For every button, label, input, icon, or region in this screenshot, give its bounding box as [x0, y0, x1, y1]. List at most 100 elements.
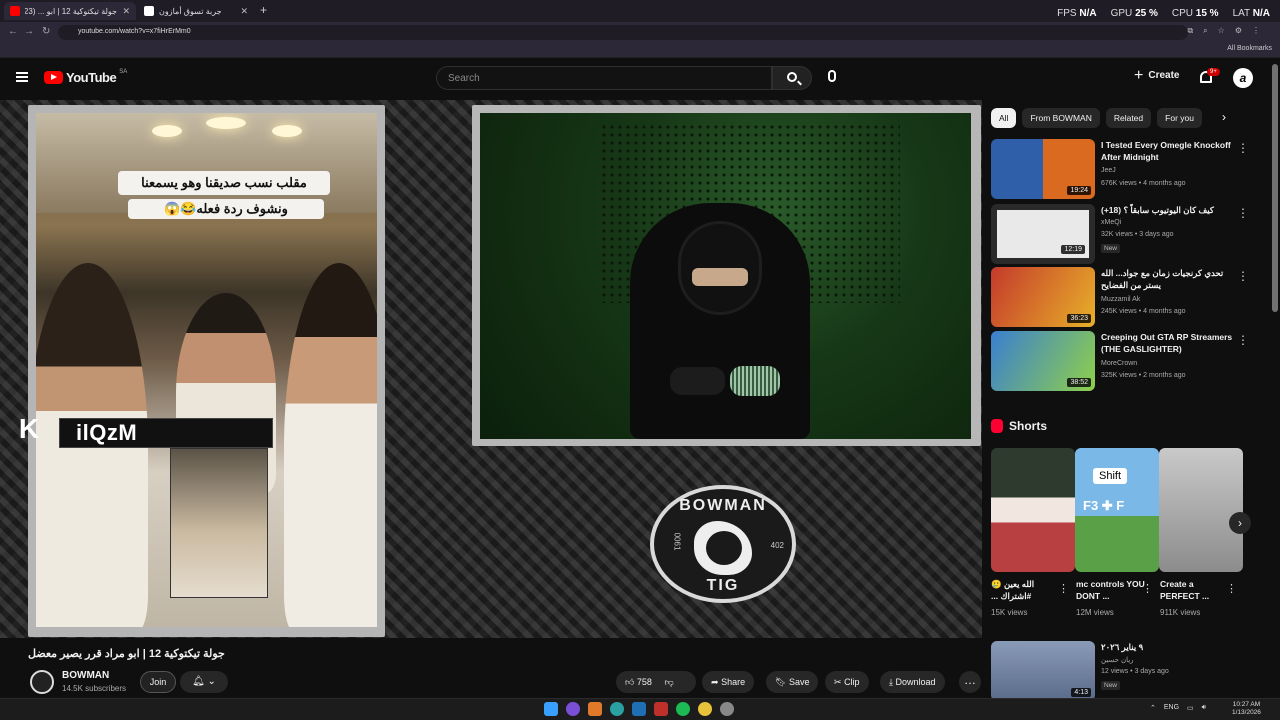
- clip-button[interactable]: ✂ Clip: [825, 671, 869, 693]
- chevron-right-icon[interactable]: ›: [1222, 110, 1226, 124]
- notification-badge: 9+: [1207, 68, 1220, 76]
- translate-icon[interactable]: ⧉: [1187, 26, 1193, 36]
- more-options-icon[interactable]: ⋮: [1226, 582, 1237, 595]
- video-thumbnail[interactable]: 38:52: [991, 331, 1095, 391]
- discord-icon[interactable]: [566, 702, 580, 716]
- channel-avatar[interactable]: [30, 670, 54, 694]
- recommendation-item[interactable]: 36:23 تحدي كرنجيات زمان مع جواد... الله …: [991, 267, 1261, 327]
- forward-icon[interactable]: →: [24, 26, 34, 37]
- close-tab-icon[interactable]: ✕: [240, 6, 248, 17]
- start-icon[interactable]: [544, 702, 558, 716]
- taskbar-clock[interactable]: 10:27 AM 1/13/2026: [1232, 701, 1261, 717]
- zoom-icon[interactable]: ⌕: [1203, 26, 1207, 36]
- edge-icon[interactable]: [610, 702, 624, 716]
- thumbs-up-icon[interactable]: 👍︎: [625, 677, 634, 687]
- chip-related[interactable]: Related: [1105, 108, 1152, 128]
- short-thumbnail[interactable]: [1159, 448, 1243, 572]
- network-icon[interactable]: ▭: [1187, 704, 1194, 712]
- system-tray: ⌃ ENG ▭ 🔊︎: [1150, 704, 1206, 712]
- new-badge: New: [1101, 681, 1121, 690]
- search-input[interactable]: Search: [436, 66, 772, 90]
- streamer-nametag: ilQzM: [59, 418, 273, 448]
- recommendation-item[interactable]: 19:24 I Tested Every Omegle Knockoff Aft…: [991, 139, 1261, 199]
- chip-for-you[interactable]: For you: [1157, 108, 1202, 128]
- subscription-bell-button[interactable]: 🔔︎ ⌄: [180, 671, 228, 693]
- reload-icon[interactable]: ↻: [42, 26, 50, 37]
- taskbar-apps: [544, 702, 734, 716]
- download-button[interactable]: ⤓ Download: [880, 671, 945, 693]
- extensions-icon[interactable]: ⚙: [1235, 26, 1242, 36]
- menu-icon[interactable]: ⋮: [1252, 26, 1260, 36]
- shorts-section-header: Shorts: [991, 419, 1047, 433]
- page-scrollbar[interactable]: [1272, 64, 1278, 312]
- more-options-icon[interactable]: ⋮: [1237, 206, 1249, 220]
- save-button[interactable]: 🔖︎ Save: [766, 671, 819, 693]
- spotify-icon[interactable]: [676, 702, 690, 716]
- bookmark-star-icon[interactable]: ☆: [1218, 26, 1225, 36]
- person-right: [284, 263, 377, 627]
- recommendation-item[interactable]: 4:13 ٩ يناير ٢٠٢٦ ريان حسين 12 views • 3…: [991, 641, 1261, 701]
- tab-youtube[interactable]: جولة تيكتوكية 12 | ابو ... (123) ✕: [4, 2, 136, 20]
- new-tab-icon[interactable]: +: [260, 3, 267, 17]
- join-button[interactable]: Join: [140, 671, 176, 693]
- chevron-up-icon[interactable]: ⌃: [1150, 704, 1156, 712]
- like-count: 758: [636, 677, 652, 687]
- video-thumbnail[interactable]: 19:24: [991, 139, 1095, 199]
- youtube-header: YouTube SA Search + Create 9+ a: [0, 60, 1280, 100]
- short-thumbnail[interactable]: Shift F3 ✚ F: [1075, 448, 1159, 572]
- app-icon[interactable]: [588, 702, 602, 716]
- more-options-icon[interactable]: ⋮: [1237, 141, 1249, 155]
- avatar[interactable]: a: [1233, 68, 1253, 88]
- right-video-panel: [472, 105, 981, 446]
- more-options-icon[interactable]: ⋮: [1237, 269, 1249, 283]
- thumbs-down-icon[interactable]: 👎︎: [664, 677, 673, 687]
- channel-name[interactable]: BOWMAN: [62, 670, 109, 681]
- eagle-icon: [694, 521, 752, 575]
- recommendation-item[interactable]: 12:19 كيف كان اليوتيوب سابقاً ؟ (18+) xM…: [991, 204, 1261, 264]
- windows-taskbar: ⌃ ENG ▭ 🔊︎ 10:27 AM 1/13/2026: [0, 698, 1280, 720]
- all-bookmarks-link[interactable]: All Bookmarks: [1227, 45, 1272, 52]
- recommendation-item[interactable]: 38:52 Creeping Out GTA RP Streamers (THE…: [991, 331, 1261, 391]
- shorts-icon: [991, 419, 1003, 433]
- address-bar-row: ← → ↻ youtube.com/watch?v=x7fiHrErMm0 ⧉ …: [0, 22, 1280, 42]
- amazon-favicon-icon: [144, 6, 154, 16]
- settings-icon[interactable]: [720, 702, 734, 716]
- video-thumbnail[interactable]: 36:23: [991, 267, 1095, 327]
- close-tab-icon[interactable]: ✕: [122, 6, 130, 17]
- tab-amazon[interactable]: جربة تسوق أمازون ✕: [138, 2, 254, 20]
- back-icon[interactable]: ←: [8, 26, 18, 37]
- more-options-icon[interactable]: ⋮: [1058, 582, 1069, 595]
- subscriber-count: 14.5K subscribers: [62, 684, 127, 693]
- url-input[interactable]: youtube.com/watch?v=x7fiHrErMm0: [58, 25, 1188, 40]
- performance-overlay: FPS N/A GPU 25 % CPU 15 % LAT N/A: [1057, 8, 1270, 19]
- microphone-icon[interactable]: [828, 70, 836, 82]
- chip-all[interactable]: All: [991, 108, 1017, 128]
- video-caption-line1: مقلب نسب صديقنا وهو يسمعنا: [118, 171, 330, 195]
- search-icon: [787, 72, 797, 82]
- more-actions-button[interactable]: …: [959, 671, 981, 693]
- video-caption-line2: ونشوف ردة فعله😂😱: [128, 199, 324, 219]
- youtube-logo[interactable]: YouTube SA: [44, 69, 127, 85]
- chrome-icon[interactable]: [698, 702, 712, 716]
- volume-icon[interactable]: 🔊︎: [1202, 704, 1206, 712]
- address-bar-actions: ⧉ ⌕ ☆ ⚙ ⋮: [1187, 26, 1260, 36]
- video-player[interactable]: مقلب نسب صديقنا وهو يسمعنا ونشوف ردة فعل…: [0, 100, 982, 638]
- search-button[interactable]: [772, 66, 812, 90]
- create-button[interactable]: + Create: [1134, 67, 1179, 83]
- like-dislike-button[interactable]: 👍︎ 758 👎︎: [616, 671, 696, 693]
- video-thumbnail[interactable]: 12:19: [991, 204, 1095, 264]
- more-options-icon[interactable]: ⋮: [1237, 333, 1249, 347]
- steam-icon[interactable]: [632, 702, 646, 716]
- app-icon[interactable]: [654, 702, 668, 716]
- tab-title: جربة تسوق أمازون: [159, 6, 222, 16]
- short-thumbnail[interactable]: [991, 448, 1075, 572]
- menu-icon[interactable]: [16, 72, 28, 82]
- language-indicator[interactable]: ENG: [1164, 704, 1179, 712]
- more-options-icon[interactable]: ⋮: [1142, 582, 1153, 595]
- chip-from-channel[interactable]: From BOWMAN: [1022, 108, 1100, 128]
- shorts-next-button[interactable]: ›: [1229, 512, 1251, 534]
- video-thumbnail[interactable]: 4:13: [991, 641, 1095, 701]
- share-button[interactable]: ➦ Share: [702, 671, 755, 693]
- scissors-icon: ✂: [834, 677, 842, 687]
- microphone-object: [730, 366, 780, 396]
